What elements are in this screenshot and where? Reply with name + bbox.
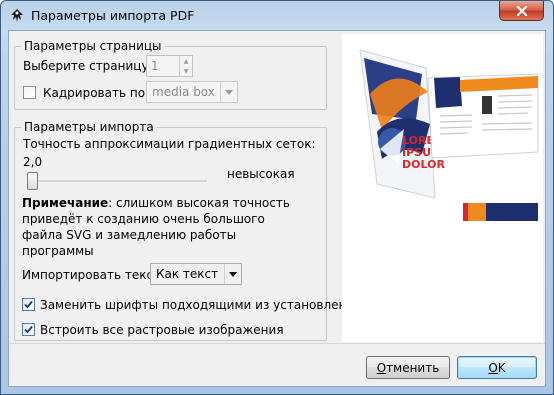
import-settings-legend: Параметры импорта	[21, 120, 157, 134]
ok-mnemonic: О	[488, 360, 498, 375]
brochure-panel-right	[427, 73, 539, 159]
import-text-label: Импортировать текст:	[22, 268, 165, 282]
import-text-value: Как текст	[156, 267, 219, 281]
note-line-3: файла SVG и замедлению работы	[22, 228, 237, 242]
ok-button[interactable]: ОK	[457, 356, 537, 379]
spin-down-icon[interactable]: ▼	[180, 66, 192, 76]
crop-label: Кадрировать по:	[43, 86, 150, 100]
button-separator	[9, 343, 545, 344]
brochure-color-strip-navy	[486, 203, 538, 221]
page-value: 1	[151, 59, 159, 73]
cancel-label: тменить	[386, 360, 440, 375]
close-icon	[516, 5, 527, 16]
title-bar[interactable]: Параметры импорта PDF	[1, 1, 553, 31]
precision-slider-thumb[interactable]	[27, 172, 38, 190]
dialog-client-area: Параметры страницы Выберите страницу: 1 …	[8, 30, 546, 387]
precision-label: Точность аппроксимации градиентных сеток…	[23, 137, 316, 151]
checkmark-icon	[24, 325, 33, 334]
chevron-down-icon	[225, 89, 233, 95]
import-dialog-window: Параметры импорта PDF Параметры страницы…	[0, 0, 554, 395]
crop-checkbox[interactable]	[23, 86, 36, 99]
brochure-text-3: DOLOR	[402, 158, 445, 171]
precision-note: Примечание: слишком высокая точность при…	[22, 195, 322, 259]
page-settings-group: Параметры страницы Выберите страницу: 1 …	[14, 39, 327, 110]
page-settings-legend: Параметры страницы	[21, 39, 165, 53]
precision-value: 2,0	[23, 155, 43, 169]
precision-description: невысокая	[227, 167, 295, 181]
cancel-button[interactable]: Отменить	[366, 356, 450, 379]
close-button[interactable]	[499, 1, 544, 21]
crop-box-value: media box	[152, 85, 215, 99]
inkscape-icon	[11, 9, 23, 22]
select-page-label: Выберите страницу:	[23, 59, 153, 73]
note-title: Примечание	[22, 196, 109, 210]
precision-slider-track[interactable]	[27, 180, 207, 182]
spin-up-icon[interactable]: ▲	[180, 56, 192, 66]
brochure-color-strip-red	[463, 203, 468, 221]
chevron-down-icon	[229, 271, 237, 277]
replace-fonts-checkbox[interactable]	[22, 298, 35, 311]
embed-images-checkbox[interactable]	[22, 323, 35, 336]
embed-images-label: Встроить все растровые изображения	[40, 323, 284, 337]
page-preview: LOREM IPSUM DOLOR	[342, 34, 543, 342]
brochure-color-strip-orange	[467, 203, 486, 221]
cancel-mnemonic: О	[376, 360, 387, 375]
checkmark-icon	[24, 300, 33, 309]
ok-label: K	[497, 360, 506, 375]
note-line-1: : слишком высокая точность	[108, 196, 290, 210]
window-title: Параметры импорта PDF	[31, 8, 195, 23]
note-line-2: приведёт к созданию очень большого	[22, 212, 265, 226]
import-text-select[interactable]: Как текст	[150, 263, 242, 285]
brochure-preview-image: LOREM IPSUM DOLOR	[359, 49, 539, 221]
crop-box-select[interactable]: media box	[146, 81, 238, 103]
note-line-4: программы	[22, 244, 94, 258]
page-spinbox[interactable]: 1 ▲ ▼	[146, 55, 193, 77]
replace-fonts-label: Заменить шрифты подходящими из установле…	[40, 298, 371, 312]
